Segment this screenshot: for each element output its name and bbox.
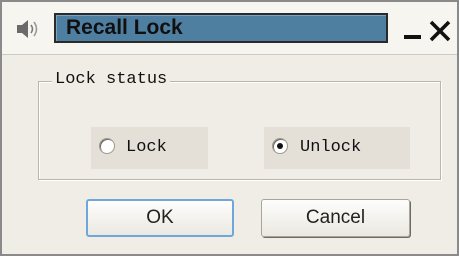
radio-selected-dot (277, 143, 283, 149)
cancel-button[interactable]: Cancel (261, 199, 410, 237)
radio-unlock-circle[interactable] (272, 138, 288, 154)
radio-lock[interactable]: Lock (91, 127, 208, 169)
close-icon[interactable] (428, 14, 454, 42)
radio-unlock[interactable]: Unlock (264, 127, 410, 169)
lock-status-legend: Lock status (52, 68, 171, 92)
minimize-button[interactable] (402, 14, 424, 42)
radio-lock-label: Lock (126, 138, 167, 157)
recall-lock-dialog: Recall Lock Lock status Lock Unlock OK C… (0, 0, 459, 256)
speaker-icon (17, 20, 38, 38)
title-bar[interactable]: Recall Lock (2, 2, 457, 55)
radio-lock-circle[interactable] (99, 138, 115, 154)
ok-button[interactable]: OK (86, 199, 234, 237)
window-title: Recall Lock (66, 16, 183, 39)
radio-unlock-label: Unlock (300, 138, 362, 157)
